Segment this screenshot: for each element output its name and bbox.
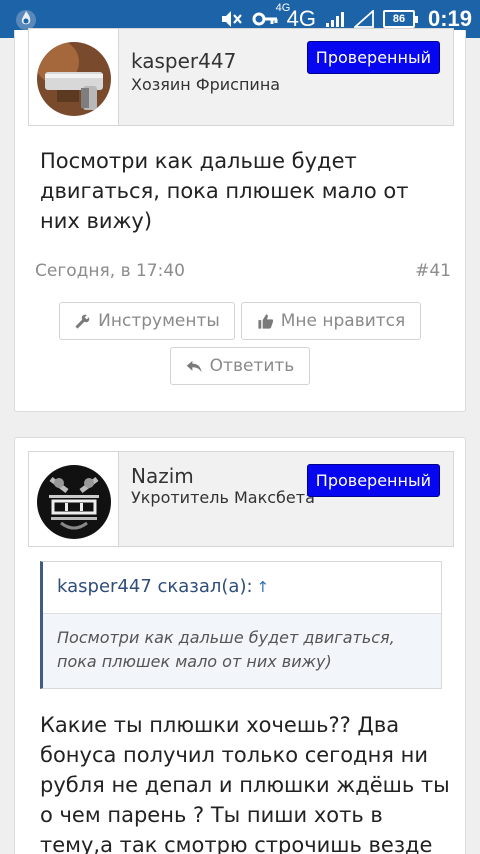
post-message: Какие ты плюшки хочешь?? Два бонуса полу… xyxy=(40,713,450,854)
signal-empty-icon xyxy=(353,10,374,28)
post-message: Посмотри как дальше будет двигаться, пок… xyxy=(40,149,409,233)
username[interactable]: kasper447 xyxy=(131,49,236,73)
quote-block: kasper447 сказал(а): ↑ Посмотри как дальш… xyxy=(40,561,442,689)
reply-button-label: Ответить xyxy=(209,356,295,376)
author-panel: Nazim Укротитель Максбета Проверенный xyxy=(28,451,454,547)
tools-button[interactable]: Инструменты xyxy=(59,302,235,340)
network-type-small: 4G xyxy=(275,2,291,14)
user-title: Хозяин Фриспина xyxy=(131,75,281,94)
key-icon xyxy=(252,12,278,26)
username[interactable]: Nazim xyxy=(131,464,194,488)
post-number[interactable]: #41 xyxy=(415,261,451,281)
wrench-icon xyxy=(75,314,90,329)
post-41: kasper447 Хозяин Фриспина Проверенный По… xyxy=(14,28,466,412)
tools-button-label: Инструменты xyxy=(98,311,220,331)
quote-author[interactable]: kasper447 сказал(а): xyxy=(57,576,253,597)
verified-badge: Проверенный xyxy=(306,464,440,497)
quote-jump-arrow[interactable]: ↑ xyxy=(257,578,270,596)
quote-header: kasper447 сказал(а): ↑ xyxy=(43,562,441,614)
avatar-container[interactable] xyxy=(29,29,119,125)
reply-icon xyxy=(186,360,202,372)
post-date[interactable]: Сегодня, в 17:40 xyxy=(35,261,185,281)
quote-text: Посмотри как дальше будет двигаться, пок… xyxy=(43,614,441,688)
like-button[interactable]: Мне нравится xyxy=(241,302,421,340)
avatar[interactable] xyxy=(37,465,111,539)
thumbs-up-icon xyxy=(258,313,273,329)
signal-icon xyxy=(325,12,344,27)
like-button-label: Мне нравится xyxy=(280,311,406,331)
post-42: Nazim Укротитель Максбета Проверенный ka… xyxy=(14,437,466,854)
verified-badge: Проверенный xyxy=(306,41,440,74)
avatar-container[interactable] xyxy=(29,452,119,546)
author-panel: kasper447 Хозяин Фриспина Проверенный xyxy=(28,28,454,126)
battery-icon: 86 xyxy=(382,10,418,28)
avatar[interactable] xyxy=(37,42,111,116)
reply-button[interactable]: Ответить xyxy=(170,347,310,385)
user-title: Укротитель Максбета xyxy=(131,488,315,507)
